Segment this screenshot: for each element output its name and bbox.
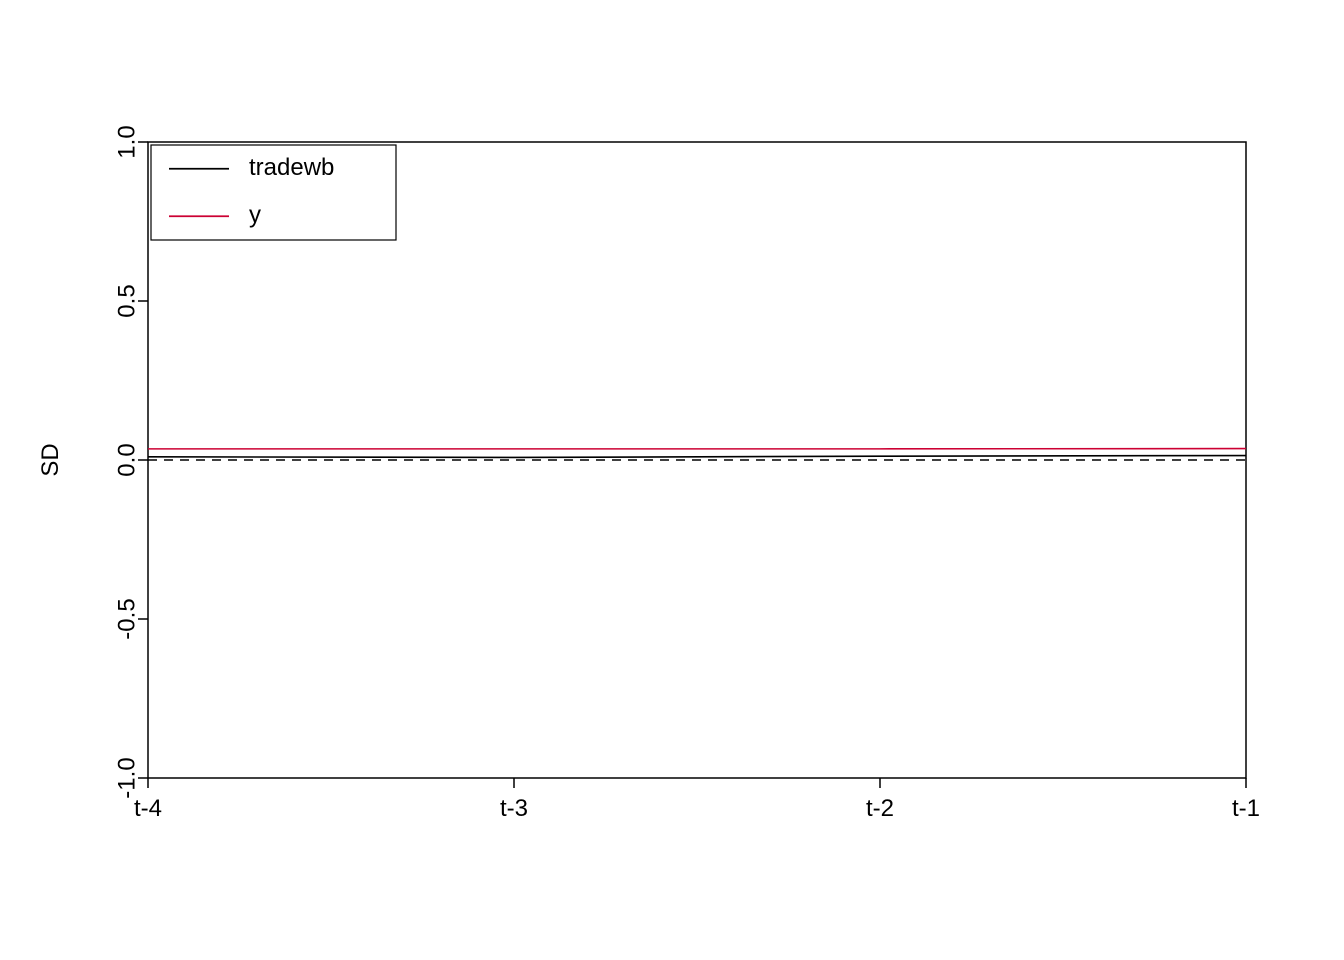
y-tick-label: 0.0 xyxy=(113,443,140,476)
x-tick-label: t-3 xyxy=(500,795,528,822)
y-tick-label: -0.5 xyxy=(113,598,140,639)
x-tick-label: t-1 xyxy=(1232,795,1260,822)
y-axis-label: SD xyxy=(37,443,64,476)
chart-container: -1.0 -0.5 0.0 0.5 1.0 SD t-4 t-3 t-2 t-1 tradewb y xyxy=(0,0,1344,960)
series-tradewb xyxy=(148,456,1246,458)
x-tick-label: t-4 xyxy=(134,795,162,822)
x-tick-label: t-2 xyxy=(866,795,894,822)
y-tick-label: 0.5 xyxy=(113,284,140,317)
legend-label: tradewb xyxy=(249,154,334,181)
legend-label: y xyxy=(249,202,261,229)
y-tick-label: 1.0 xyxy=(113,125,140,158)
y-tick-label: -1.0 xyxy=(113,757,140,798)
line-chart: -1.0 -0.5 0.0 0.5 1.0 SD t-4 t-3 t-2 t-1 tradewb y xyxy=(0,0,1344,960)
